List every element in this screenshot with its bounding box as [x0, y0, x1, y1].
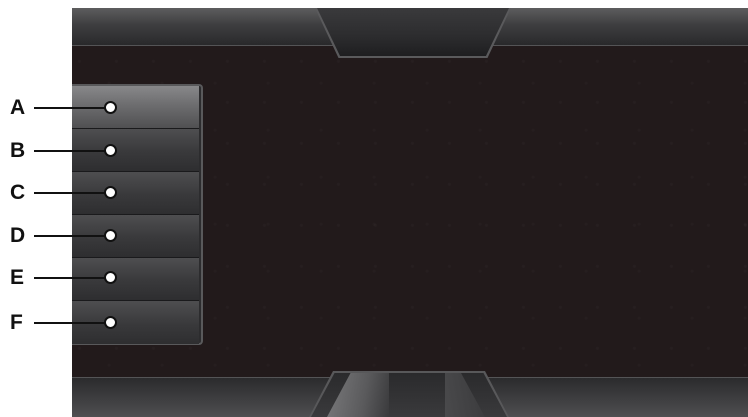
callout-line-e	[34, 277, 108, 279]
callout-letter-b: B	[10, 139, 26, 162]
callout-dot-e	[104, 271, 117, 284]
side-button-panel	[72, 84, 203, 345]
callout-letter-c: C	[10, 181, 26, 204]
callout-letter-e: E	[10, 266, 25, 289]
callout-line-a	[34, 107, 108, 109]
callout-f: F	[0, 311, 130, 335]
callout-letter-f: F	[10, 311, 23, 334]
figure-stage: A B C D E F	[0, 0, 748, 417]
callout-line-f	[34, 322, 108, 324]
callout-a: A	[0, 96, 130, 120]
callout-e: E	[0, 266, 130, 290]
callout-letter-a: A	[10, 96, 26, 119]
callout-line-b	[34, 150, 108, 152]
callout-dot-a	[104, 101, 117, 114]
callout-line-c	[34, 192, 108, 194]
callout-dot-c	[104, 186, 117, 199]
callout-b: B	[0, 139, 130, 163]
callout-dot-f	[104, 316, 117, 329]
touchscreen-display	[72, 8, 748, 417]
callout-dot-b	[104, 144, 117, 157]
callout-letter-d: D	[10, 224, 26, 247]
callout-d: D	[0, 224, 130, 248]
callout-line-d	[34, 235, 108, 237]
callout-dot-d	[104, 229, 117, 242]
top-center-tab[interactable]	[317, 8, 509, 56]
callout-c: C	[0, 181, 130, 205]
